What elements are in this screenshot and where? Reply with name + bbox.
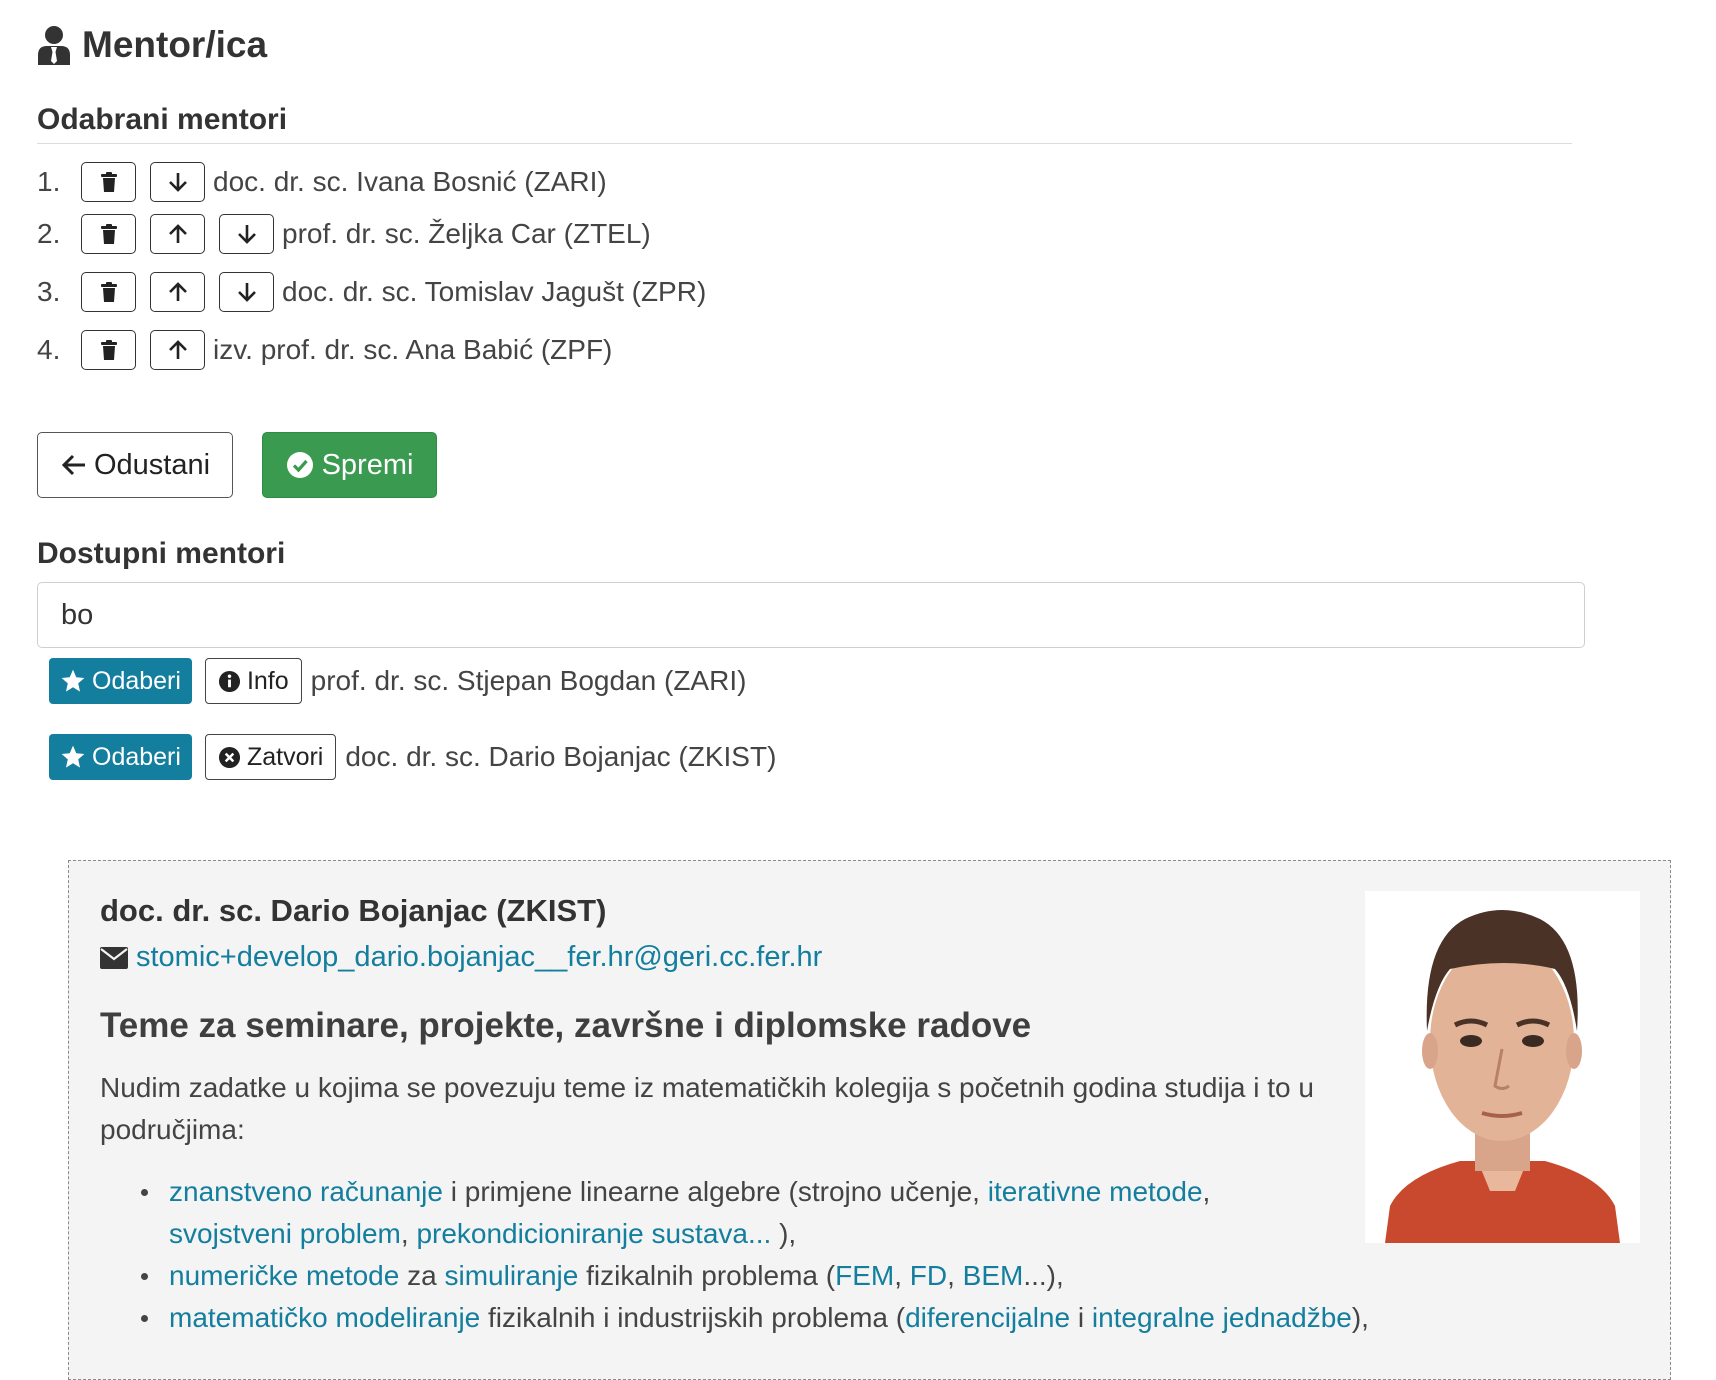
mentor-portrait-image [1365, 891, 1640, 1243]
mentor-name: doc. dr. sc. Tomislav Jagušt (ZPR) [282, 276, 707, 307]
select-mentor-label: Odaberi [92, 666, 181, 695]
remove-mentor-button[interactable] [81, 214, 136, 254]
details-mentor-name: doc. dr. sc. Dario Bojanjac (ZKIST) [100, 893, 607, 928]
arrow-down-icon [168, 173, 187, 192]
topic-link[interactable]: diferencijalne [905, 1302, 1070, 1333]
topic-link[interactable]: matematičko modeliranje [169, 1302, 480, 1333]
topic-link[interactable]: iterativne metode [988, 1176, 1203, 1207]
arrow-up-icon [168, 282, 187, 301]
mentor-number: 1. [37, 166, 61, 197]
topic-text: i primjene linearne algebre (strojno uče… [442, 1176, 988, 1207]
trash-icon [100, 340, 117, 360]
topic-link[interactable]: svojstveni problem [169, 1218, 401, 1249]
info-button[interactable]: Info [204, 658, 302, 704]
remove-mentor-button[interactable] [81, 330, 136, 370]
topic-link[interactable]: FEM [835, 1260, 894, 1291]
mentor-name: doc. dr. sc. Ivana Bosnić (ZARI) [213, 166, 607, 197]
arrow-down-icon [237, 283, 256, 302]
topic-link[interactable]: znanstveno računanje [169, 1176, 443, 1207]
info-circle-icon [218, 670, 240, 692]
close-details-label: Zatvori [246, 742, 324, 771]
remove-mentor-button[interactable] [81, 162, 136, 202]
star-icon [61, 669, 85, 692]
selected-mentors-heading: Odabrani mentori [37, 98, 1572, 144]
topic-text: ), [1351, 1302, 1369, 1333]
mentor-name: izv. prof. dr. sc. Ana Babić (ZPF) [213, 334, 613, 365]
topic-link[interactable]: simuliranje [444, 1260, 578, 1291]
move-up-button[interactable] [150, 330, 205, 370]
check-circle-icon [286, 452, 313, 478]
details-email: stomic+develop_dario.bojanjac__fer.hr@ge… [100, 941, 822, 974]
selected-mentor-row: 2. prof. dr. sc. Željka Car (ZTEL) [37, 209, 651, 259]
mentor-number: 3. [37, 276, 61, 307]
topic-text: , [947, 1260, 963, 1291]
topic-text: i [1070, 1302, 1092, 1333]
mentor-details-panel: doc. dr. sc. Dario Bojanjac (ZKIST) stom… [68, 860, 1671, 1380]
topics-intro: Nudim zadatke u kojima se povezuju teme … [100, 1072, 1314, 1145]
move-down-button[interactable] [219, 214, 274, 254]
search-result-row: Odaberi Zatvori doc. dr. sc. Dario Bojan… [49, 734, 776, 780]
remove-mentor-button[interactable] [81, 272, 136, 312]
selected-mentor-row: 3. doc. dr. sc. Tomislav Jagušt (ZPR) [37, 267, 706, 317]
select-mentor-button[interactable]: Odaberi [49, 734, 192, 780]
move-up-button[interactable] [150, 272, 205, 312]
move-down-button[interactable] [150, 162, 205, 202]
trash-icon [100, 224, 117, 244]
trash-icon [100, 282, 117, 302]
topic-text: ...), [1023, 1260, 1064, 1291]
cancel-button[interactable]: Odustani [37, 432, 233, 498]
move-up-button[interactable] [150, 214, 205, 254]
available-mentors-heading: Dostupni mentori [37, 537, 286, 570]
mentor-search-input[interactable] [37, 582, 1585, 648]
topic-link[interactable]: prekondicioniranje sustava... [416, 1218, 771, 1249]
topic-text: fizikalnih problema ( [578, 1260, 836, 1291]
save-button[interactable]: Spremi [262, 432, 437, 498]
topic-text: , [400, 1218, 417, 1249]
selected-mentor-row: 1. doc. dr. sc. Ivana Bosnić (ZARI) [37, 157, 607, 207]
topic-link[interactable]: FD [910, 1260, 947, 1291]
arrow-up-icon [168, 340, 187, 359]
arrow-up-icon [168, 224, 187, 243]
envelope-icon [100, 946, 128, 969]
arrow-down-icon [237, 225, 256, 244]
topic-text: , [894, 1260, 910, 1291]
topic-link[interactable]: numeričke metode [169, 1260, 399, 1291]
mentor-photo [1365, 891, 1640, 1243]
topic-link[interactable]: integralne jednadžbe [1092, 1302, 1352, 1333]
page-title: Mentor/ica [36, 20, 267, 70]
topic-text: , [1202, 1176, 1211, 1207]
close-circle-icon [218, 746, 240, 768]
topic-text: za [399, 1260, 445, 1291]
topic-item: numeričke metode za simuliranje fizikaln… [141, 1255, 1531, 1297]
save-button-label: Spremi [321, 448, 414, 481]
close-details-button[interactable]: Zatvori [204, 734, 337, 780]
star-icon [61, 745, 85, 768]
search-result-row: Odaberi Info prof. dr. sc. Stjepan Bogda… [49, 658, 746, 704]
user-tie-icon [38, 26, 70, 65]
mentor-number: 4. [37, 334, 61, 365]
arrow-left-icon [61, 454, 85, 476]
select-mentor-label: Odaberi [92, 742, 181, 771]
info-button-label: Info [246, 666, 289, 695]
move-down-button[interactable] [219, 272, 274, 312]
cancel-button-label: Odustani [93, 448, 211, 481]
topics-list: znanstveno računanje i primjene linearne… [141, 1171, 1531, 1339]
page-title-text: Mentor/ica [82, 24, 268, 65]
select-mentor-button[interactable]: Odaberi [49, 658, 192, 704]
selected-mentor-row: 4. izv. prof. dr. sc. Ana Babić (ZPF) [37, 325, 612, 375]
topic-text: ), [771, 1218, 797, 1249]
topics-title: Teme za seminare, projekte, završne i di… [100, 1006, 1032, 1045]
mentor-number: 2. [37, 218, 61, 249]
result-mentor-name: doc. dr. sc. Dario Bojanjac (ZKIST) [345, 741, 777, 772]
mentor-name: prof. dr. sc. Željka Car (ZTEL) [282, 218, 651, 249]
topic-item: matematičko modeliranje fizikalnih i ind… [141, 1297, 1531, 1339]
topic-text: fizikalnih i industrijskih problema ( [480, 1302, 906, 1333]
topic-item: znanstveno računanje i primjene linearne… [141, 1171, 1531, 1255]
result-mentor-name: prof. dr. sc. Stjepan Bogdan (ZARI) [310, 665, 747, 696]
email-link[interactable]: stomic+develop_dario.bojanjac__fer.hr@ge… [136, 941, 822, 974]
trash-icon [100, 172, 117, 192]
topic-link[interactable]: BEM [963, 1260, 1024, 1291]
